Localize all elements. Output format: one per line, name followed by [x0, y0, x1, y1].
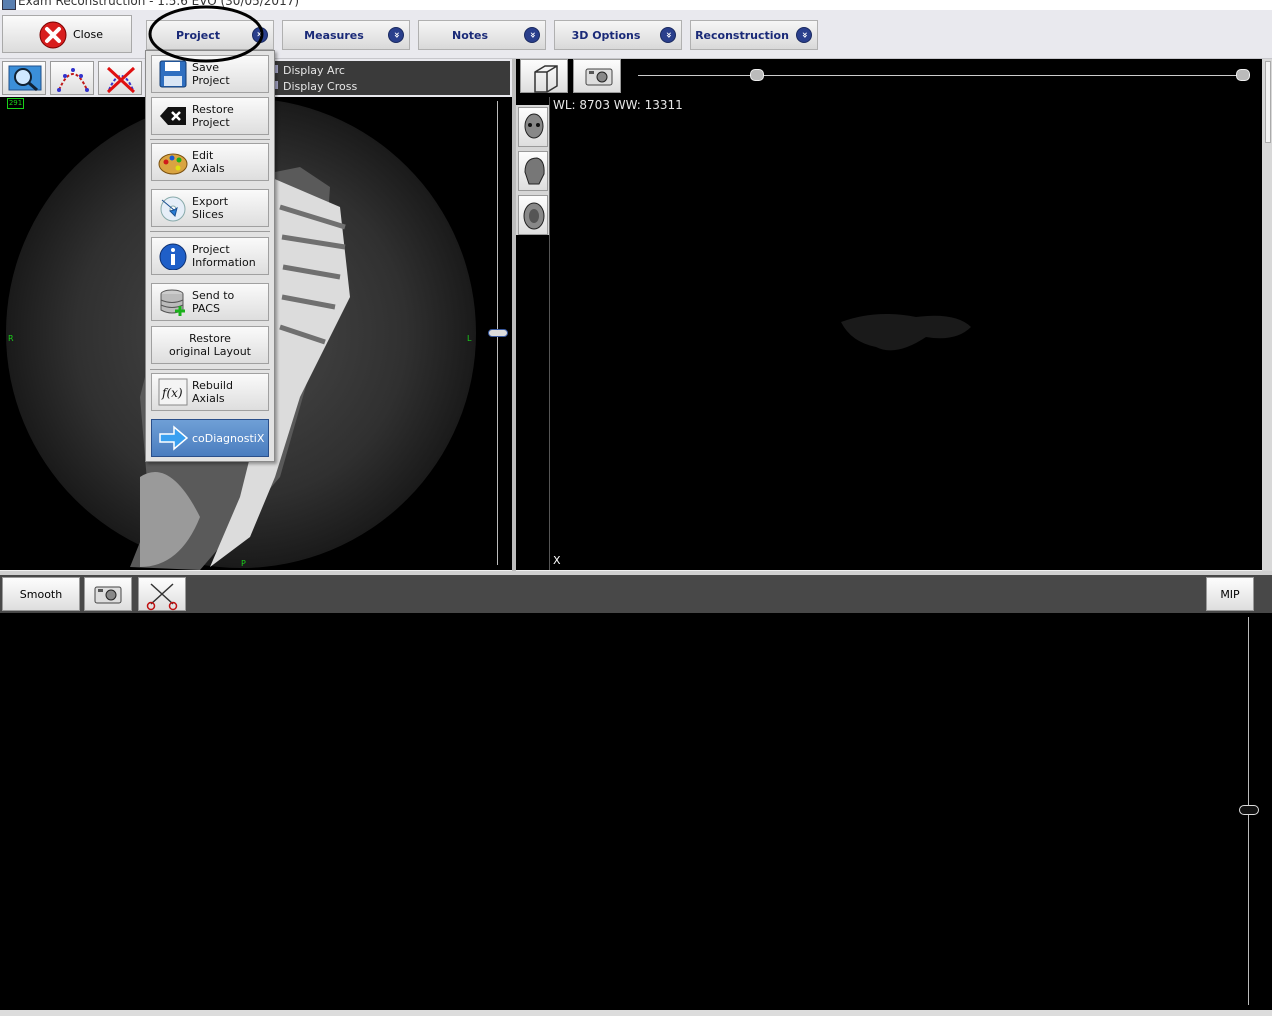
slice-number-badge: 291: [7, 98, 24, 109]
rebuild-axials-button[interactable]: f(x) Rebuild Axials: [151, 373, 269, 411]
display-cross-option[interactable]: Display Cross: [283, 80, 357, 93]
title-bar: Exam Reconstruction - 1.5.6 EVO (30/05/2…: [0, 0, 1272, 10]
close-icon: [39, 21, 67, 49]
floppy-disk-icon: [159, 60, 187, 88]
save-project-button[interactable]: Save Project: [151, 55, 269, 93]
database-add-icon: [160, 289, 185, 316]
view-orientation-panel: [516, 105, 549, 235]
magnifier-icon: [8, 65, 42, 92]
app-icon: [2, 0, 16, 10]
codiagnostix-button[interactable]: coDiagnostiX: [151, 419, 269, 457]
menu-separator: [150, 369, 270, 370]
tab-reconstruction[interactable]: Reconstruction »: [690, 20, 818, 50]
function-fx-icon: f(x): [158, 378, 188, 406]
close-label: Close: [73, 28, 103, 41]
skull-top-icon: [523, 202, 545, 230]
chevron-down-icon: »: [252, 27, 268, 43]
top-view-button[interactable]: [518, 195, 548, 235]
restore-original-layout-button[interactable]: Restore original Layout: [151, 326, 269, 364]
camera-icon: [585, 68, 613, 86]
cube-icon: [534, 65, 558, 93]
threshold-slider-max-handle[interactable]: [1236, 69, 1250, 81]
restore-project-button[interactable]: Restore Project: [151, 97, 269, 135]
tab-3d-options[interactable]: 3D Options »: [554, 20, 682, 50]
window-level-readout: WL: 8703 WW: 13311: [553, 98, 683, 112]
3d-viewport[interactable]: WL: 8703 WW: 13311 X: [516, 97, 1262, 570]
chevron-down-icon: »: [796, 27, 812, 43]
delete-arc-button[interactable]: [98, 61, 142, 95]
project-menu: Save Project Restore Project Edit Axials Ex…: [145, 50, 275, 462]
display-arc-option[interactable]: Display Arc: [283, 64, 345, 77]
tab-project[interactable]: Project »: [146, 20, 274, 50]
menu-separator: [150, 231, 270, 232]
export-slices-button[interactable]: Export Slices: [151, 189, 269, 227]
threshold-slider-min-handle[interactable]: [750, 69, 764, 81]
right-edge-panel: [1262, 59, 1272, 571]
camera-icon: [94, 586, 122, 604]
svg-text:f(x): f(x): [161, 386, 183, 400]
right-orientation-label: R: [8, 334, 14, 343]
window-title: Exam Reconstruction - 1.5.6 EVO (30/05/2…: [18, 0, 300, 8]
3d-cube-button[interactable]: [520, 59, 568, 93]
chevron-down-icon: »: [660, 27, 676, 43]
edit-axials-button[interactable]: Edit Axials: [151, 143, 269, 181]
skull-front-icon: [524, 113, 544, 139]
arrow-right-icon: [159, 425, 188, 451]
side-view-button[interactable]: [518, 151, 548, 191]
send-to-pacs-button[interactable]: Send to PACS: [151, 283, 269, 321]
palette-icon: [158, 153, 188, 175]
panoramic-toolbar: Smooth MIP: [0, 571, 1272, 613]
zoom-button[interactable]: [2, 61, 46, 95]
delete-arc-icon: [106, 66, 136, 94]
tab-measures[interactable]: Measures »: [282, 20, 410, 50]
panoramic-slider-handle[interactable]: [1239, 805, 1259, 815]
3d-volume-render: [841, 313, 971, 351]
axis-label: X: [553, 554, 561, 567]
backspace-icon: [160, 107, 186, 125]
scissors-icon: [146, 583, 178, 611]
arc-curve-icon: [57, 68, 89, 92]
right-scroll-handle[interactable]: [1265, 61, 1271, 143]
chevron-down-icon: »: [388, 27, 404, 43]
menu-separator: [150, 139, 270, 140]
info-icon: [159, 243, 187, 270]
close-button[interactable]: Close: [2, 15, 132, 53]
axial-slice-slider-handle[interactable]: [488, 329, 508, 337]
smooth-button[interactable]: Smooth: [2, 577, 80, 611]
tab-notes[interactable]: Notes »: [418, 20, 546, 50]
left-orientation-label: L: [467, 334, 472, 343]
snapshot-3d-button[interactable]: [573, 59, 621, 93]
mip-button[interactable]: MIP: [1206, 577, 1254, 611]
front-view-button[interactable]: [518, 107, 548, 147]
cut-button[interactable]: [138, 577, 186, 611]
project-information-button[interactable]: Project Information: [151, 237, 269, 275]
panoramic-viewport[interactable]: [0, 613, 1272, 1010]
display-options-panel: Display Arc Display Cross: [272, 61, 510, 95]
skull-side-icon: [524, 157, 545, 185]
posterior-orientation-label: P: [241, 559, 246, 568]
threshold-slider-track[interactable]: [638, 75, 1246, 76]
draw-arc-button[interactable]: [50, 61, 94, 95]
viewport-inner-border: [549, 97, 550, 570]
snapshot-panoramic-button[interactable]: [84, 577, 132, 611]
chevron-down-icon: »: [524, 27, 540, 43]
export-disc-icon: [160, 196, 186, 222]
right-view-toolbar: [516, 59, 1262, 97]
status-bar: [0, 1010, 1272, 1016]
